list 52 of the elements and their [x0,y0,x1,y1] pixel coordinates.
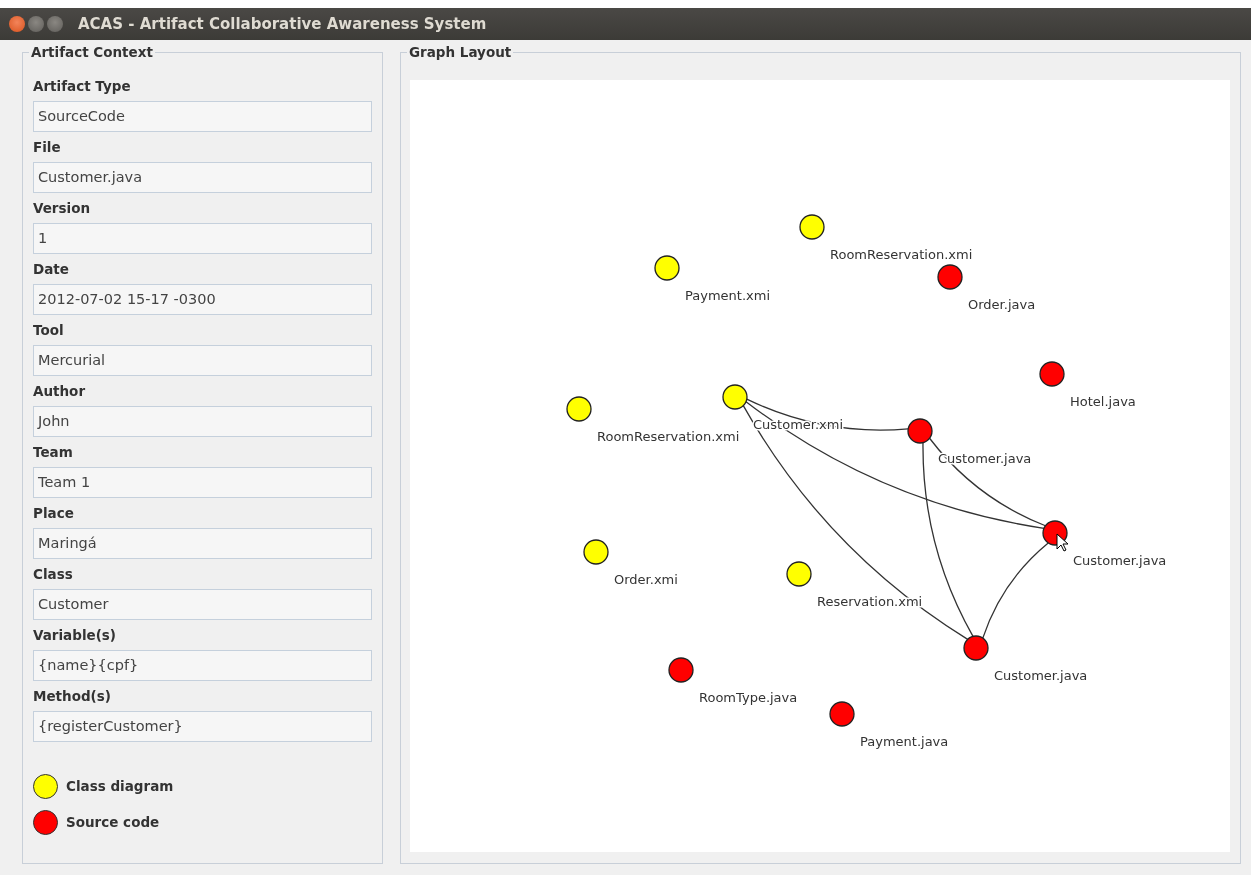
node-label: Payment.java [860,734,949,749]
graph-node[interactable] [668,657,694,683]
text-field[interactable]: Maringá [33,528,372,559]
legend-label: Class diagram [66,776,174,796]
node-label: RoomReservation.xmi [830,247,973,262]
field-label: Author [33,382,87,401]
graph-node[interactable] [566,396,592,422]
field-label: File [33,138,62,157]
field-label: Version [33,199,92,218]
panel-title: Graph Layout [407,43,514,61]
node-label: Customer.java [994,668,1088,683]
graph-node[interactable] [799,214,825,240]
maximize-button[interactable] [47,16,63,32]
node-label: Order.java [968,297,1036,312]
minimize-button[interactable] [28,16,44,32]
graph-node[interactable] [907,418,933,444]
graph-node[interactable] [786,561,812,587]
node-label: Order.xmi [614,572,678,587]
field-label: Tool [33,321,65,340]
close-button[interactable] [9,16,25,32]
node-label: RoomReservation.xmi [597,429,740,444]
text-field[interactable]: SourceCode [33,101,372,132]
window-title: ACAS - Artifact Collaborative Awareness System [78,13,487,35]
graph-node[interactable] [963,635,989,661]
text-field[interactable]: John [33,406,372,437]
text-field[interactable]: Customer [33,589,372,620]
text-field[interactable]: {registerCustomer} [33,711,372,742]
text-field[interactable]: Customer.java [33,162,372,193]
text-field[interactable]: 1 [33,223,372,254]
graph-node[interactable] [654,255,680,281]
legend-label: Source code [66,812,160,832]
graph-node[interactable] [722,384,748,410]
node-label: RoomType.java [699,690,798,705]
node-label: Customer.java [1073,553,1167,568]
field-label: Place [33,504,75,523]
field-label: Team [33,443,74,462]
graph-node[interactable] [829,701,855,727]
graph-node[interactable] [1039,361,1065,387]
graph-node[interactable] [583,539,609,565]
mouse-cursor-icon [1056,533,1069,552]
text-field[interactable]: 2012-07-02 15-17 -0300 [33,284,372,315]
field-label: Artifact Type [33,77,132,96]
field-label: Date [33,260,70,279]
field-label: Method(s) [33,687,112,706]
field-label: Variable(s) [33,626,118,645]
node-label: Payment.xmi [685,288,770,303]
text-field[interactable]: {name}{cpf} [33,650,372,681]
field-label: Class [33,565,74,584]
node-label: Hotel.java [1070,394,1136,409]
text-field[interactable]: Mercurial [33,345,372,376]
graph-node[interactable] [937,264,963,290]
text-field[interactable]: Team 1 [33,467,372,498]
